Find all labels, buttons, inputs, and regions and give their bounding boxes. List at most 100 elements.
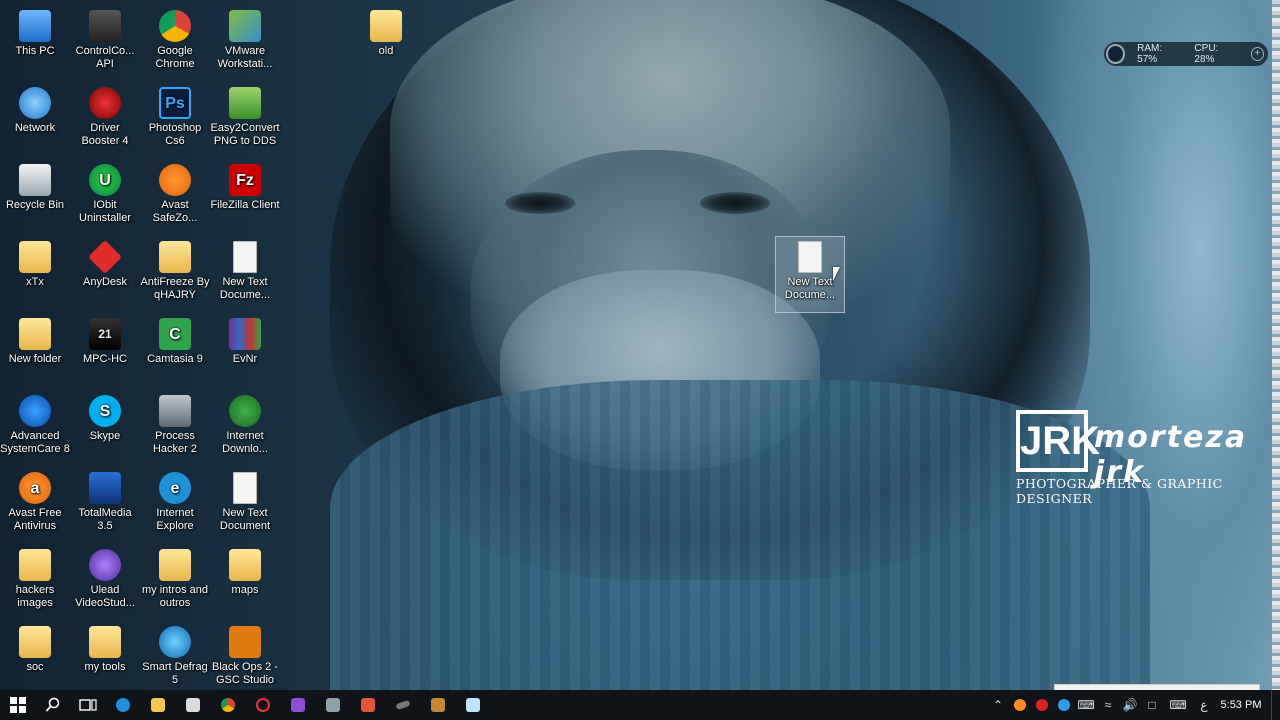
taskbar-notepad[interactable] xyxy=(455,690,490,720)
anydesk-icon xyxy=(88,240,122,274)
edge-icon xyxy=(115,698,130,712)
taskbar-camtasia[interactable] xyxy=(350,690,385,720)
desktop-icon-recycle-bin[interactable]: Recycle Bin xyxy=(0,160,70,237)
task-view-button[interactable] xyxy=(70,690,105,720)
text-document-icon xyxy=(233,472,257,504)
desktop-icon-xtx[interactable]: xTx xyxy=(0,237,70,314)
desktop-icon-network[interactable]: Network xyxy=(0,83,70,160)
driver-tray-icon xyxy=(1036,699,1048,711)
folder-icon xyxy=(19,241,51,273)
game-icon xyxy=(430,698,445,712)
desktop-icon-old[interactable]: old xyxy=(351,6,421,83)
desktop-icon-camtasia[interactable]: C Camtasia 9 xyxy=(140,314,210,391)
tray-touch-keyboard[interactable]: ⌨ xyxy=(1163,690,1193,720)
desktop-icon-maps[interactable]: maps xyxy=(210,545,280,622)
desktop-icon-new-text-document-1[interactable]: New Text Docume... xyxy=(210,237,280,314)
search-button[interactable] xyxy=(35,690,70,720)
keyboard-layout-icon: ⌨ xyxy=(1077,698,1095,712)
filezilla-icon: Fz xyxy=(229,164,261,196)
process-hacker-icon xyxy=(325,698,340,712)
desktop-icon-soc[interactable]: soc xyxy=(0,622,70,699)
network-icon xyxy=(19,87,51,119)
taskbar-file-explorer[interactable] xyxy=(140,690,175,720)
desktop-icon-smart-defrag[interactable]: Smart Defrag 5 xyxy=(140,622,210,699)
desktop-icon-avast-free[interactable]: a Avast Free Antivirus xyxy=(0,468,70,545)
tray-overflow-button[interactable]: ⌃ xyxy=(987,690,1009,720)
gadget-expand-icon[interactable]: + xyxy=(1250,47,1264,61)
desktop-icon-my-intros-outros[interactable]: my intros and outros xyxy=(140,545,210,622)
taskbar-media[interactable] xyxy=(245,690,280,720)
desktop-icon-new-folder[interactable]: New folder xyxy=(0,314,70,391)
desktop-icon-internet-download-manager[interactable]: Internet Downlo... xyxy=(210,391,280,468)
easy2convert-icon xyxy=(229,87,261,119)
text-document-icon xyxy=(798,241,822,273)
screen-edge-artifact xyxy=(1272,0,1280,690)
tray-volume[interactable]: 🔊 xyxy=(1119,690,1141,720)
desktop-icon-photoshop[interactable]: Ps Photoshop Cs6 xyxy=(140,83,210,160)
taskbar-pen-tool[interactable] xyxy=(385,690,420,720)
control-api-icon xyxy=(89,10,121,42)
desktop-icon-advanced-systemcare[interactable]: Advanced SystemCare 8 xyxy=(0,391,70,468)
desktop-icon-my-tools[interactable]: my tools xyxy=(70,622,140,699)
desktop-icon-iobit[interactable]: U IObit Uninstaller xyxy=(70,160,140,237)
desktop-icon-avast-safezone[interactable]: Avast SafeZo... xyxy=(140,160,210,237)
ram-usage: RAM: 57% xyxy=(1137,43,1163,65)
desktop-icon-black-ops-gsc[interactable]: Black Ops 2 - GSC Studio xyxy=(210,622,280,699)
tray-language[interactable]: ⌨ xyxy=(1075,690,1097,720)
winrar-icon xyxy=(229,318,261,350)
taskbar-store[interactable] xyxy=(175,690,210,720)
desktop-icon-evnr[interactable]: EvNr xyxy=(210,314,280,391)
desktop-icon-anydesk[interactable]: AnyDesk xyxy=(70,237,140,314)
driver-booster-icon xyxy=(89,87,121,119)
desktop-icon-mpc-hc[interactable]: 21 MPC-HC xyxy=(70,314,140,391)
internet-explorer-icon: e xyxy=(159,472,191,504)
taskbar-game[interactable] xyxy=(420,690,455,720)
desktop-icon-this-pc[interactable]: This PC xyxy=(0,6,70,83)
tray-driver[interactable] xyxy=(1031,690,1053,720)
desktop-icon-filezilla[interactable]: Fz FileZilla Client xyxy=(210,160,280,237)
desktop-icon-skype[interactable]: S Skype xyxy=(70,391,140,468)
taskbar-edge[interactable] xyxy=(105,690,140,720)
desktop-icon-google-chrome[interactable]: Google Chrome xyxy=(140,6,210,83)
volume-icon: 🔊 xyxy=(1122,698,1138,712)
recycle-bin-icon xyxy=(19,164,51,196)
wallpaper-eye-right xyxy=(700,192,770,214)
taskbar-visual-studio[interactable] xyxy=(280,690,315,720)
desktop-icon-antifreeze[interactable]: AntiFreeze By qHAJRY xyxy=(140,237,210,314)
watermark-tagline: PHOTOGRAPHER & GRAPHIC DESIGNER xyxy=(1016,476,1223,506)
avast-icon: a xyxy=(19,472,51,504)
black-ops-icon xyxy=(229,626,261,658)
desktop-icon-ulead[interactable]: Ulead VideoStud... xyxy=(70,545,140,622)
tray-ime[interactable]: ع xyxy=(1193,690,1215,720)
taskbar-clock[interactable]: 5:53 PM xyxy=(1215,699,1267,711)
pen-icon xyxy=(394,699,411,711)
tray-action-center[interactable]: □ xyxy=(1141,690,1163,720)
tray-network[interactable]: ≈ xyxy=(1097,690,1119,720)
desktop-icon-internet-explorer[interactable]: e Internet Explore xyxy=(140,468,210,545)
folder-icon xyxy=(19,549,51,581)
desktop-icon-totalmedia[interactable]: TotalMedia 3.5 xyxy=(70,468,140,545)
desktop-icon-easy2convert[interactable]: Easy2Convert PNG to DDS xyxy=(210,83,280,160)
system-tray: ⌃ ⌨ ≈ 🔊 □ ⌨ ع 5:53 PM xyxy=(987,690,1280,720)
desktop-icon-process-hacker[interactable]: Process Hacker 2 xyxy=(140,391,210,468)
start-button[interactable] xyxy=(0,690,35,720)
taskbar-chrome[interactable] xyxy=(210,690,245,720)
show-desktop-button[interactable] xyxy=(1271,690,1280,720)
tray-avast[interactable] xyxy=(1009,690,1031,720)
advanced-systemcare-icon xyxy=(19,395,51,427)
desktop-icon-vmware[interactable]: VMware Workstati... xyxy=(210,6,280,83)
keyboard-icon: ⌨ xyxy=(1169,698,1187,712)
desktop-icon-controlco-api[interactable]: ControlCo... API xyxy=(70,6,140,83)
desktop-icon-driver-booster[interactable]: Driver Booster 4 xyxy=(70,83,140,160)
search-icon xyxy=(45,697,59,712)
desktop-icon-new-text-document-2[interactable]: New Text Document xyxy=(210,468,280,545)
system-monitor-gadget[interactable]: RAM: 57% CPU: 28% + xyxy=(1104,42,1268,66)
folder-icon xyxy=(19,318,51,350)
tray-update[interactable] xyxy=(1053,690,1075,720)
this-pc-icon xyxy=(19,10,51,42)
taskbar-process-hacker[interactable] xyxy=(315,690,350,720)
update-tray-icon xyxy=(1058,699,1070,711)
desktop-icon-hackers-images[interactable]: hackers images xyxy=(0,545,70,622)
wifi-icon: ≈ xyxy=(1104,698,1112,712)
wallpaper-watermark: JRK morteza jrk PHOTOGRAPHER & GRAPHIC D… xyxy=(1016,410,1272,506)
